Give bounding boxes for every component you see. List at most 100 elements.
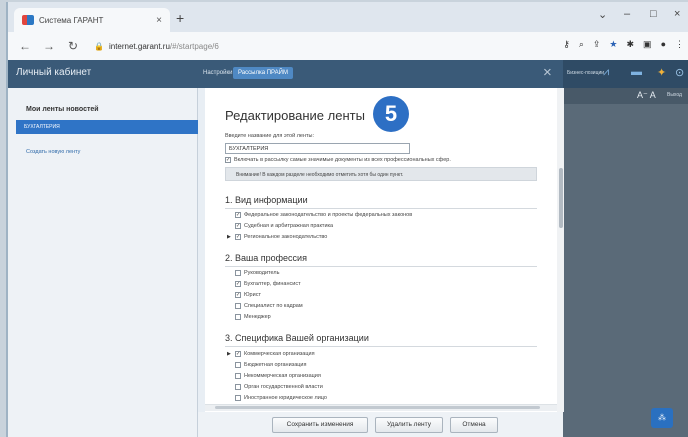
sidebar-item-accounting[interactable]: БУХГАЛТЕРИЯ xyxy=(16,120,198,134)
checkbox[interactable]: ✓ xyxy=(235,281,241,287)
bookmark-star-icon[interactable]: ★ xyxy=(609,39,617,50)
checkbox[interactable] xyxy=(235,270,241,276)
back-arrow-icon[interactable]: ← xyxy=(18,39,32,53)
menu-icon[interactable]: ⋮ xyxy=(675,39,684,50)
checkbox-row[interactable]: ✓ Судебная и арбитражная практика xyxy=(235,223,333,229)
horizontal-scroll-thumb[interactable] xyxy=(215,406,540,409)
chart-icon[interactable]: ⩘ xyxy=(603,66,609,79)
save-changes-button[interactable]: Сохранить изменения xyxy=(272,417,368,433)
help-icon[interactable]: ⊙ xyxy=(675,66,684,79)
checkbox-row[interactable]: Бюджетная организация xyxy=(235,362,306,368)
business-text[interactable]: Бизнес-позиции xyxy=(567,70,604,76)
dialog-footer: Сохранить изменения Удалить ленту Отмена xyxy=(198,412,563,437)
checkbox-row[interactable]: ✓ Бухгалтер, финансист xyxy=(235,281,301,287)
section-divider xyxy=(225,208,537,209)
checkbox-row[interactable]: Иностранное юридическое лицо xyxy=(235,395,327,401)
sidebar-heading: Мои ленты новостей xyxy=(26,106,99,113)
checkbox[interactable] xyxy=(235,395,241,401)
vertical-scroll-thumb[interactable] xyxy=(559,168,563,228)
url-path: /#/startpage/6 xyxy=(169,41,219,51)
checkbox[interactable]: ✓ xyxy=(235,292,241,298)
window-close-button[interactable]: × xyxy=(674,8,680,20)
checkbox[interactable]: ✓ xyxy=(235,351,241,357)
garant-favicon-icon xyxy=(22,15,34,25)
dialog-title: Редактирование ленты xyxy=(225,108,365,123)
edit-feed-dialog: Редактирование ленты 5 Введите название … xyxy=(205,88,564,412)
checkbox-row[interactable]: Руководитель xyxy=(235,270,279,276)
url-field[interactable]: 🔒 internet.garant.ru/#/startpage/6 xyxy=(94,42,219,51)
delete-feed-button[interactable]: Удалить ленту xyxy=(375,417,443,433)
reload-icon[interactable]: ↻ xyxy=(66,39,80,53)
checkbox[interactable] xyxy=(235,314,241,320)
font-size-control[interactable]: A⁻ A xyxy=(637,90,656,101)
zoom-icon[interactable]: ⌕ xyxy=(579,39,584,50)
checkbox-label: Иностранное юридическое лицо xyxy=(244,395,327,401)
browser-tab[interactable]: Система ГАРАНТ × xyxy=(14,8,170,32)
minimize-button[interactable]: – xyxy=(624,8,630,20)
checkbox-row[interactable]: Менеджер xyxy=(235,314,271,320)
vertical-scrollbar[interactable] xyxy=(557,88,564,412)
checkbox-label: Судебная и арбитражная практика xyxy=(244,223,334,229)
tab-strip: Система ГАРАНТ × + ⌄ – □ × xyxy=(8,2,688,32)
checkbox-label: Юрист xyxy=(244,292,261,298)
checkbox-label: Включать в рассылку самые значимые докум… xyxy=(234,157,451,163)
garant-toolbar: Бизнес-позиции ⩘ ▬ ✦ ⊙ xyxy=(563,60,688,88)
checkbox-row[interactable]: Орган государственной власти xyxy=(235,384,323,390)
notification-icon[interactable]: ✦ xyxy=(657,66,666,79)
checkbox-row[interactable]: ✓ Юрист xyxy=(235,292,261,298)
document-toolbar: A⁻ A Выход xyxy=(563,88,688,104)
exit-link[interactable]: Выход xyxy=(667,92,682,98)
checkbox-label: Руководитель xyxy=(244,270,280,276)
forward-arrow-icon[interactable]: → xyxy=(42,39,56,53)
browser-toolbar-icons: ⚷ ⌕ ⇪ ★ ✱ ▣ ● ⋮ xyxy=(563,39,684,50)
checkbox-row[interactable]: Некоммерческая организация xyxy=(235,373,321,379)
new-tab-button[interactable]: + xyxy=(176,10,184,26)
checkbox-row[interactable]: Специалист по кадрам xyxy=(235,303,303,309)
tab-prime-mailing[interactable]: Рассылка ПРАЙМ xyxy=(233,67,293,79)
sidebar-toggle-icon[interactable]: ▣ xyxy=(643,39,652,50)
profile-icon[interactable]: ● xyxy=(661,39,666,50)
expand-arrow-icon[interactable]: ▶ xyxy=(227,234,231,240)
checkbox[interactable] xyxy=(235,362,241,368)
tab-settings[interactable]: Настройки xyxy=(198,67,237,79)
tab-close-icon[interactable]: × xyxy=(156,15,162,26)
checkbox-label: Некоммерческая организация xyxy=(244,373,321,379)
expand-arrow-icon[interactable]: ▶ xyxy=(227,351,231,357)
maximize-button[interactable]: □ xyxy=(650,8,657,20)
tab-list-chevron-icon[interactable]: ⌄ xyxy=(598,8,607,21)
feed-name-input[interactable] xyxy=(225,143,410,154)
section-divider xyxy=(225,346,537,347)
share-icon[interactable]: ⇪ xyxy=(593,39,601,50)
warning-notice: Внимание! В каждом разделе необходимо от… xyxy=(225,167,537,181)
step-badge: 5 xyxy=(373,96,409,132)
section-title: 2. Ваша профессия xyxy=(225,253,307,263)
checkbox-label: Специалист по кадрам xyxy=(244,303,303,309)
checkbox[interactable] xyxy=(235,373,241,379)
checkbox[interactable]: ✓ xyxy=(225,157,231,163)
cabinet-close-icon[interactable]: × xyxy=(543,64,552,81)
checkbox-row[interactable]: ✓ Федеральное законодательство и проекты … xyxy=(235,212,412,218)
create-feed-link[interactable]: Создать новую ленту xyxy=(26,149,80,155)
checkbox-row[interactable]: ✓ Региональное законодательство xyxy=(235,234,327,240)
checkbox[interactable]: ✓ xyxy=(235,223,241,229)
car-icon[interactable]: ▬ xyxy=(631,66,642,78)
checkbox[interactable]: ✓ xyxy=(235,212,241,218)
tab-title: Система ГАРАНТ xyxy=(39,15,104,25)
checkbox-row[interactable]: ✓ Коммерческая организация xyxy=(235,351,315,357)
cancel-button[interactable]: Отмена xyxy=(450,417,498,433)
section-divider xyxy=(225,266,537,267)
section-title: 3. Специфика Вашей организации xyxy=(225,333,369,343)
background-document-area: A⁻ A Выход ⁂ xyxy=(563,88,688,437)
extensions-icon[interactable]: ✱ xyxy=(627,39,635,50)
app-header: Личный кабинет Настройки Рассылка ПРАЙМ … xyxy=(8,60,688,88)
checkbox[interactable] xyxy=(235,303,241,309)
chat-button[interactable]: ⁂ xyxy=(651,408,673,428)
checkbox[interactable]: ✓ xyxy=(235,234,241,240)
checkbox-label: Бюджетная организация xyxy=(244,362,307,368)
checkbox[interactable] xyxy=(235,384,241,390)
checkbox-label: Коммерческая организация xyxy=(244,351,315,357)
url-host: internet.garant.ru xyxy=(108,41,170,51)
include-significant-checkbox[interactable]: ✓ Включать в рассылку самые значимые док… xyxy=(225,157,451,163)
browser-window: Система ГАРАНТ × + ⌄ – □ × ← → ↻ 🔒 inter… xyxy=(6,2,688,437)
key-icon[interactable]: ⚷ xyxy=(563,39,570,50)
